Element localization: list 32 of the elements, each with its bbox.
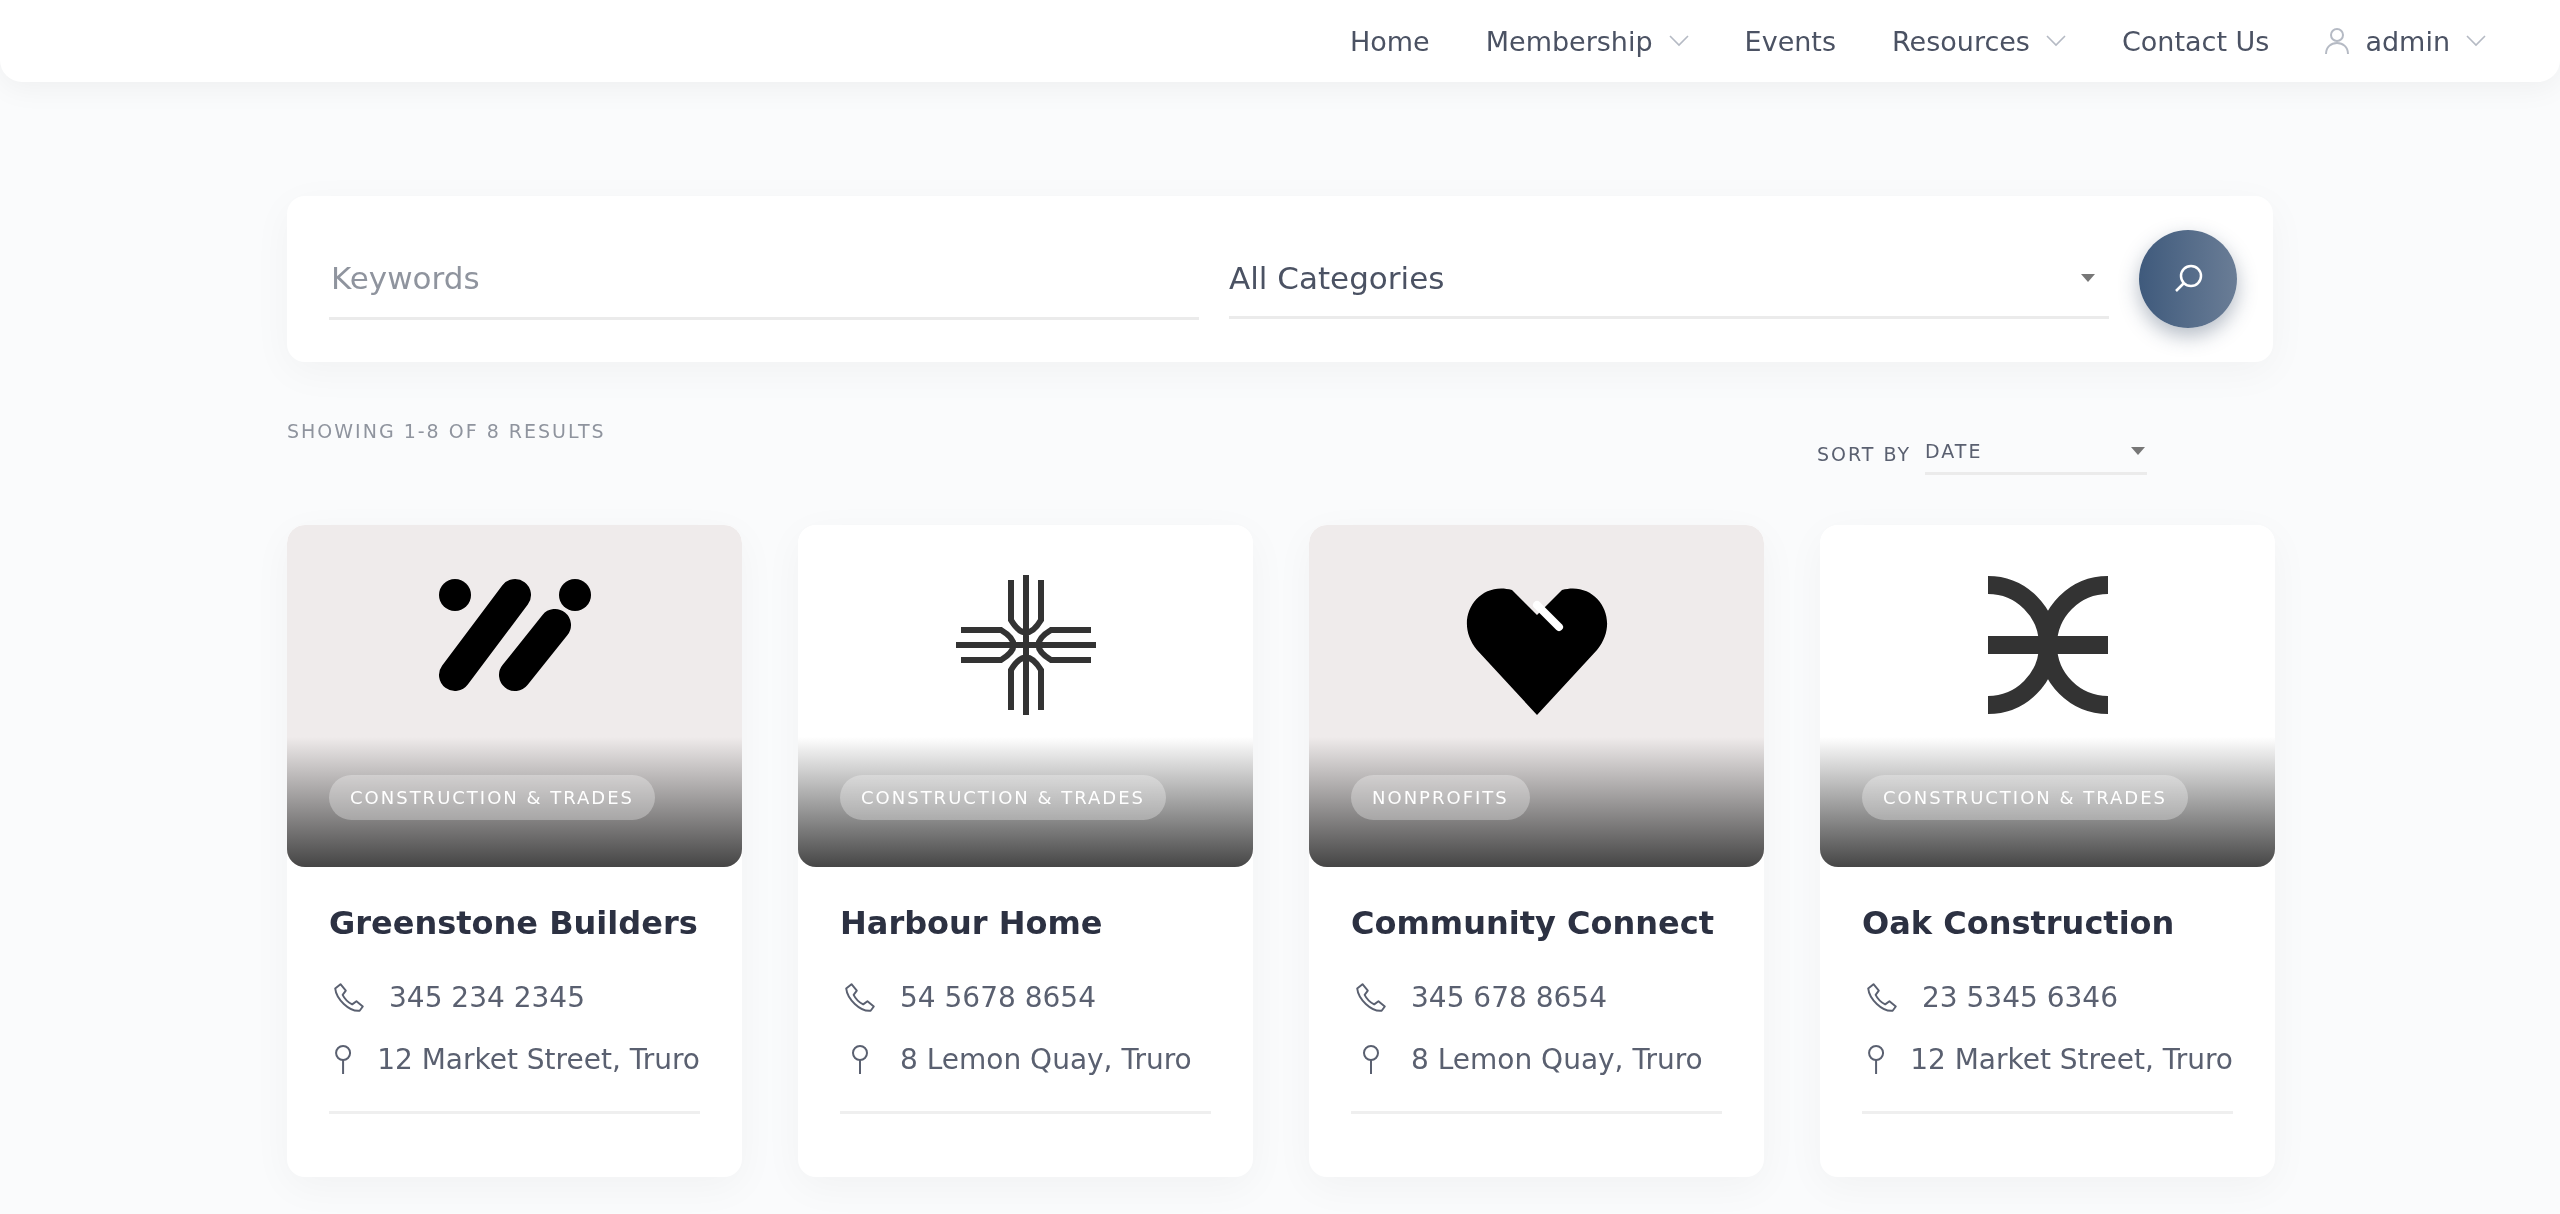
phone-number: 345 234 2345	[389, 981, 585, 1015]
chevron-down-icon	[2466, 35, 2486, 47]
listing-card[interactable]: CONSTRUCTION & TRADES Oak Construction 23 5345 6346 12 Market Street, Truro	[1820, 525, 2275, 1177]
business-name[interactable]: Oak Construction	[1862, 903, 2233, 945]
business-name[interactable]: Harbour Home	[840, 903, 1211, 945]
phone-number: 23 5345 6346	[1922, 981, 2118, 1015]
sort-label: SORT BY	[1816, 442, 1911, 465]
nav-link[interactable]: Contact Us	[2121, 25, 2270, 57]
caret-down-icon	[2081, 273, 2095, 282]
category-select[interactable]: All Categories	[1229, 239, 2109, 319]
keywords-field[interactable]: Keywords	[329, 238, 1199, 320]
listing-card[interactable]: CONSTRUCTION & TRADES Greenstone Builders 345 234 2345 12 Market Street, Truro	[287, 525, 742, 1177]
phone-number: 345 678 8654	[1411, 981, 1607, 1015]
user-menu[interactable]: admin	[2325, 25, 2486, 57]
nav-link[interactable]: Resources	[1892, 25, 2066, 57]
search-button[interactable]	[2139, 230, 2237, 328]
address: 8 Lemon Quay, Truro	[900, 1043, 1192, 1077]
listing-card[interactable]: CONSTRUCTION & TRADES Harbour Home 54 5678 8654 8 Lemon Quay, Truro	[798, 525, 1253, 1177]
sort-select[interactable]: DATE	[1925, 432, 2147, 475]
listing-card[interactable]: NONPROFITS Community Connect 345 678 8654 8 Lemon Quay, Truro	[1309, 525, 1764, 1177]
business-name[interactable]: Community Connect	[1351, 903, 1722, 945]
user-icon	[2325, 27, 2350, 55]
address: 12 Market Street, Truro	[377, 1043, 700, 1077]
nav-link[interactable]: Home	[1350, 25, 1430, 57]
nav-link[interactable]: Events	[1744, 25, 1837, 57]
address: 8 Lemon Quay, Truro	[1411, 1043, 1703, 1077]
phone-number: 54 5678 8654	[900, 981, 1096, 1015]
business-name[interactable]: Greenstone Builders	[329, 903, 700, 945]
caret-down-icon	[2131, 447, 2145, 455]
address: 12 Market Street, Truro	[1910, 1043, 2233, 1077]
nav-link[interactable]: Membership	[1485, 25, 1689, 57]
results-count: SHOWING 1-8 OF 8 RESULTS	[287, 420, 606, 444]
